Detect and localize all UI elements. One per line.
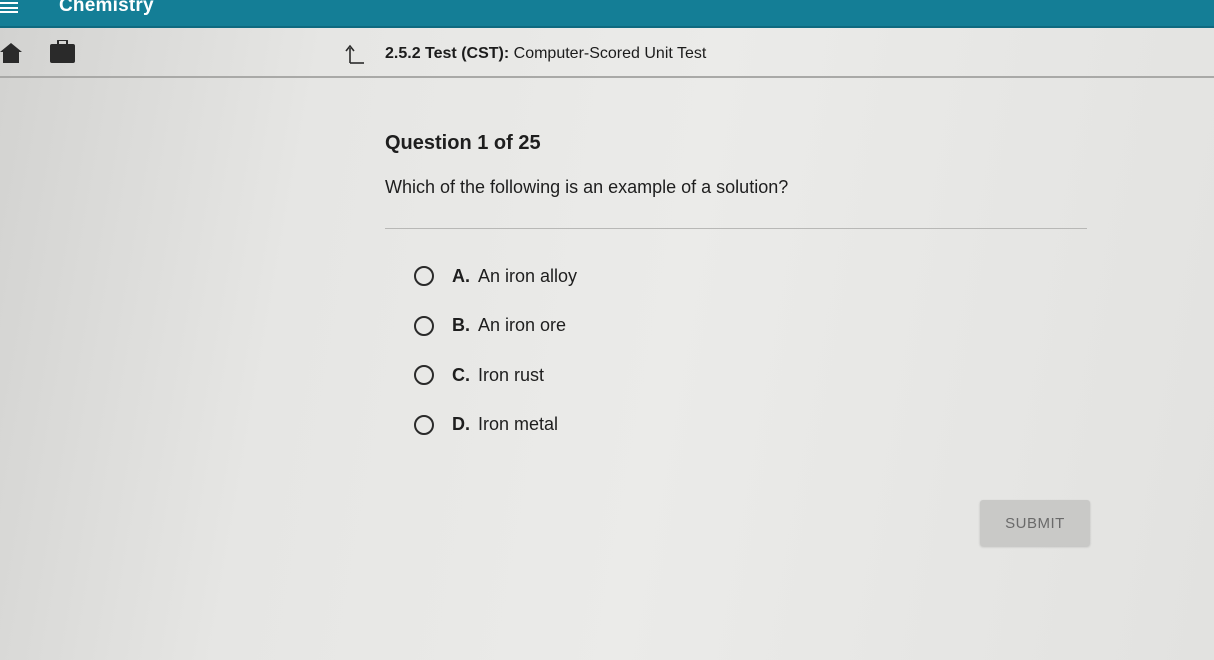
radio-button[interactable]	[414, 315, 434, 336]
question-prompt: Which of the following is an example of …	[385, 177, 789, 197]
option-text: Iron metal	[478, 414, 559, 434]
question-area: Question 1 of 25 Which of the following …	[385, 130, 1090, 199]
answer-options: A. An iron alloy B. An iron ore C. Iron …	[414, 262, 577, 460]
activity-title: 2.5.2 Test (CST): Computer-Scored Unit T…	[385, 44, 706, 64]
briefcase-icon[interactable]	[50, 39, 75, 63]
option-text: An iron ore	[478, 315, 567, 335]
option-letter: D.	[452, 414, 470, 434]
option-b[interactable]: B. An iron ore	[414, 312, 577, 340]
option-text: Iron rust	[478, 364, 545, 385]
question-number: Question 1 of 25	[385, 132, 541, 154]
option-d[interactable]: D. Iron metal	[414, 411, 577, 439]
page: Chemistry 2.5.2 Test (CST): Computer-Sco…	[0, 0, 1214, 660]
activity-name: Test (CST):	[425, 45, 510, 62]
option-letter: A.	[452, 265, 470, 286]
activity-subtitle: Computer-Scored Unit Test	[513, 45, 707, 62]
top-bar: Chemistry	[0, 0, 1214, 28]
option-letter: B.	[452, 315, 470, 335]
option-letter: C.	[452, 364, 470, 385]
option-a[interactable]: A. An iron alloy	[414, 262, 577, 290]
radio-button[interactable]	[414, 266, 434, 286]
option-c[interactable]: C. Iron rust	[414, 361, 577, 389]
divider	[385, 228, 1087, 229]
course-title: Chemistry	[59, 0, 154, 16]
radio-button[interactable]	[414, 365, 434, 385]
option-text: An iron alloy	[478, 265, 578, 286]
activity-code: 2.5.2	[385, 45, 421, 62]
radio-button[interactable]	[414, 414, 434, 435]
back-arrow-icon[interactable]	[344, 44, 364, 64]
menu-icon[interactable]	[0, 0, 18, 13]
home-icon[interactable]	[0, 43, 22, 63]
activity-header: 2.5.2 Test (CST): Computer-Scored Unit T…	[0, 28, 1214, 78]
submit-button[interactable]: SUBMIT	[980, 500, 1090, 546]
